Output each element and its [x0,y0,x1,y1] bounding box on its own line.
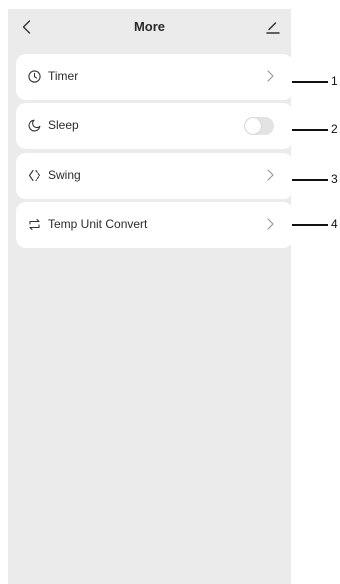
callout-line-2 [292,129,328,131]
menu-item-swing[interactable]: Swing [16,153,293,199]
top-bar: More [8,9,291,45]
clock-icon [27,69,41,83]
callout-number-1: 1 [331,74,338,88]
convert-icon [27,217,41,231]
callout-line-4 [292,224,328,226]
callout-number-3: 3 [331,172,338,186]
callout-line-3 [292,179,328,181]
menu-item-label: Timer [48,69,79,83]
callout-number-4: 4 [331,217,338,231]
menu-item-timer[interactable]: Timer [16,54,293,100]
callout-number-2: 2 [331,122,338,136]
sleep-toggle[interactable] [244,117,274,135]
toggle-knob [245,118,261,134]
chevron-right-icon [266,168,274,182]
phone-screen: More Timer Sleep Swing Temp Unit Convert [8,9,293,584]
chevron-right-icon [266,69,274,83]
chevron-right-icon [266,217,274,231]
page-title: More [133,19,166,34]
edit-button[interactable] [265,18,281,36]
edit-icon [266,22,280,34]
menu-item-label: Sleep [48,118,79,132]
menu-item-sleep[interactable]: Sleep [16,103,293,149]
menu-item-label: Swing [48,168,81,182]
menu-item-label: Temp Unit Convert [48,217,148,231]
menu-item-temp-unit-convert[interactable]: Temp Unit Convert [16,202,293,248]
swing-icon [27,168,41,182]
callout-line-1 [292,81,328,83]
moon-icon [27,118,41,132]
